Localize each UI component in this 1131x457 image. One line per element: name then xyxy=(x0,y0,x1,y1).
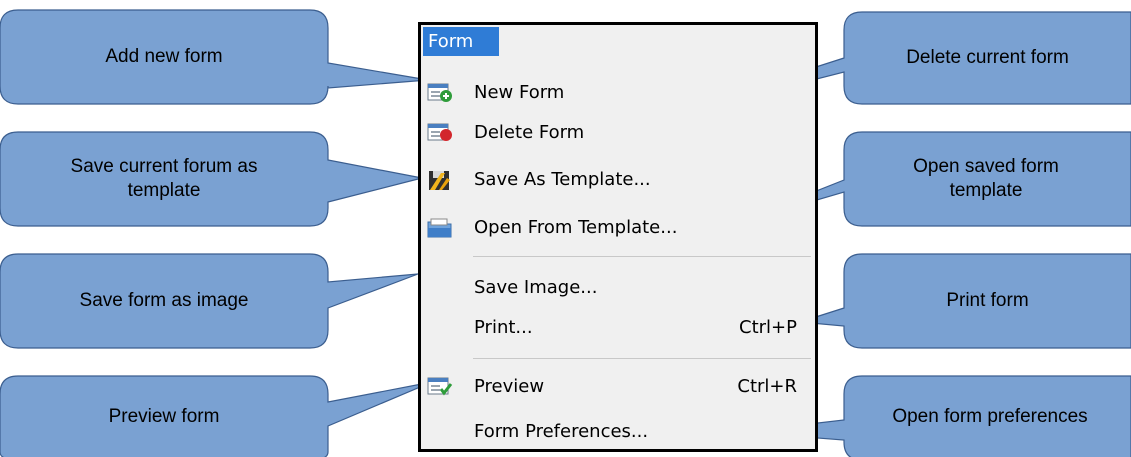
menu-item-preview-shortcut: Ctrl+R xyxy=(737,376,797,397)
callout-preview: Preview form xyxy=(0,376,328,457)
callout-shape-print xyxy=(799,253,1131,349)
callout-add-new: Add new form xyxy=(0,10,328,104)
menu-item-form-preferences-label: Form Preferences... xyxy=(474,421,649,442)
callout-delete: Delete current form xyxy=(844,12,1131,104)
menu-item-save-image-label: Save Image... xyxy=(474,277,598,298)
menu-item-open-from-template-label: Open From Template... xyxy=(474,217,678,238)
callout-save-image: Save form as image xyxy=(0,254,328,348)
callout-print-label: Print form xyxy=(946,290,1029,311)
menu-item-new-form-label: New Form xyxy=(474,82,565,103)
menu-item-print[interactable]: Print... Ctrl+P xyxy=(423,308,815,348)
callout-delete-label: Delete current form xyxy=(906,47,1069,68)
menu-item-save-image[interactable]: Save Image... xyxy=(423,268,815,308)
callout-shape-preview xyxy=(0,375,433,457)
menu-item-delete-form[interactable]: Delete Form xyxy=(423,113,815,153)
save-template-icon xyxy=(429,171,450,190)
callout-save-image-label: Save form as image xyxy=(79,290,249,311)
callout-shape-add-new xyxy=(0,9,429,105)
menu-item-save-as-template-label: Save As Template... xyxy=(474,169,651,190)
menu-item-delete-form-label: Delete Form xyxy=(474,122,585,143)
menu-separator xyxy=(473,256,811,257)
menu-separator xyxy=(473,358,811,359)
callout-add-new-label: Add new form xyxy=(105,46,223,67)
menu-item-new-form[interactable]: New Form xyxy=(423,73,815,113)
menu-item-preview-label: Preview xyxy=(474,376,545,397)
open-template-icon xyxy=(427,218,452,238)
delete-form-icon xyxy=(427,123,452,141)
callout-shape-save-template xyxy=(0,131,423,227)
callout-preferences: Open form preferences xyxy=(890,376,1090,457)
preview-icon xyxy=(427,377,453,396)
menu-item-print-label: Print... xyxy=(474,317,533,338)
callout-open-template: Open saved form template xyxy=(876,132,1096,226)
menu-item-save-as-template[interactable]: Save As Template... xyxy=(423,160,815,200)
new-form-icon xyxy=(427,83,452,102)
callout-preview-label: Preview form xyxy=(108,405,220,427)
menu-item-open-from-template[interactable]: Open From Template... xyxy=(423,208,815,248)
menu-item-preview[interactable]: Preview Ctrl+R xyxy=(423,367,815,407)
callout-save-template: Save current forum as template xyxy=(40,132,288,226)
callout-preferences-label: Open form preferences xyxy=(892,405,1088,427)
menu-item-form-preferences[interactable]: Form Preferences... xyxy=(423,412,815,452)
menu-item-print-shortcut: Ctrl+P xyxy=(739,317,797,338)
callout-print: Print form xyxy=(844,254,1131,348)
callout-save-template-label: Save current forum as template xyxy=(70,156,258,201)
callout-shape-save-image xyxy=(0,253,419,349)
form-menu: Form New Form Delete Form Save As Templa… xyxy=(418,22,818,452)
menu-title-form[interactable]: Form xyxy=(423,27,499,56)
callout-open-template-label: Open saved form template xyxy=(913,156,1059,201)
